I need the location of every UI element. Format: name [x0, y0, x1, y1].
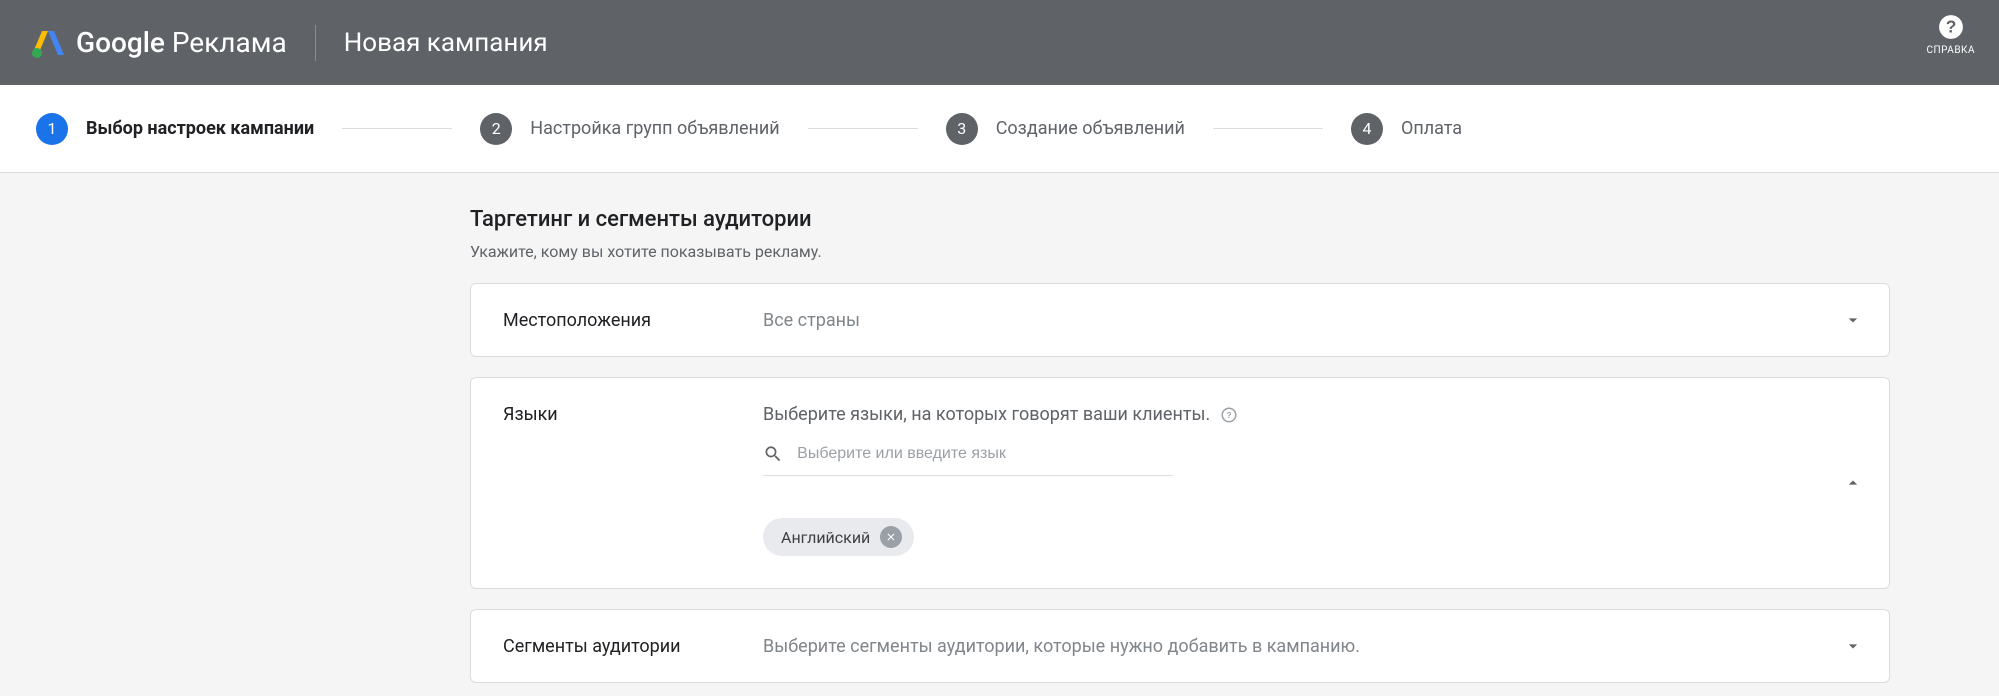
chevron-down-icon	[1843, 310, 1863, 330]
locations-card[interactable]: Местоположения Все страны	[470, 283, 1890, 357]
audiences-value: Выберите сегменты аудитории, которые нуж…	[763, 636, 1857, 657]
info-icon[interactable]: ?	[1220, 406, 1238, 424]
app-header: Google Реклама Новая кампания ? СПРАВКА	[0, 0, 1999, 85]
step-number: 4	[1351, 113, 1383, 145]
audiences-label: Сегменты аудитории	[503, 636, 763, 657]
main-content: Таргетинг и сегменты аудитории Укажите, …	[0, 173, 1999, 683]
step-number: 1	[36, 113, 68, 145]
step-label: Выбор настроек кампании	[86, 118, 314, 139]
locations-label: Местоположения	[503, 310, 763, 331]
step-1[interactable]: 1 Выбор настроек кампании	[36, 113, 314, 145]
language-search-input[interactable]	[797, 445, 1173, 463]
locations-value: Все страны	[763, 310, 1857, 331]
step-3[interactable]: 3 Создание объявлений	[946, 113, 1185, 145]
step-connector	[342, 128, 452, 129]
section-subtitle: Укажите, кому вы хотите показывать рекла…	[470, 242, 1890, 261]
step-label: Создание объявлений	[996, 118, 1185, 139]
header-divider	[315, 25, 316, 61]
chevron-down-icon	[1843, 636, 1863, 656]
step-label: Оплата	[1401, 118, 1462, 139]
search-icon	[763, 443, 783, 465]
section-title: Таргетинг и сегменты аудитории	[470, 207, 1890, 232]
languages-hint: Выберите языки, на которых говорят ваши …	[763, 404, 1210, 425]
step-number: 2	[480, 113, 512, 145]
step-connector	[808, 128, 918, 129]
logo[interactable]: Google Реклама	[32, 26, 287, 59]
help-label: СПРАВКА	[1927, 45, 1975, 56]
logo-text: Google Реклама	[76, 26, 287, 59]
help-icon: ?	[1938, 14, 1964, 40]
svg-text:?: ?	[1945, 16, 1956, 36]
language-chip: Английский	[763, 518, 914, 556]
languages-label: Языки	[503, 404, 763, 556]
svg-text:?: ?	[1227, 411, 1232, 420]
chevron-up-icon[interactable]	[1843, 473, 1863, 493]
campaign-stepper: 1 Выбор настроек кампании 2 Настройка гр…	[0, 85, 1999, 173]
google-ads-logo-icon	[32, 27, 64, 59]
chip-label: Английский	[781, 528, 870, 547]
audiences-card[interactable]: Сегменты аудитории Выберите сегменты ауд…	[470, 609, 1890, 683]
step-label: Настройка групп объявлений	[530, 118, 779, 139]
step-connector	[1213, 128, 1323, 129]
language-search[interactable]	[763, 443, 1173, 476]
step-2[interactable]: 2 Настройка групп объявлений	[480, 113, 779, 145]
help-button[interactable]: ? СПРАВКА	[1927, 14, 1975, 56]
page-title: Новая кампания	[344, 28, 548, 58]
step-number: 3	[946, 113, 978, 145]
languages-card: Языки Выберите языки, на которых говорят…	[470, 377, 1890, 589]
step-4[interactable]: 4 Оплата	[1351, 113, 1462, 145]
chip-remove-icon[interactable]	[880, 526, 902, 548]
